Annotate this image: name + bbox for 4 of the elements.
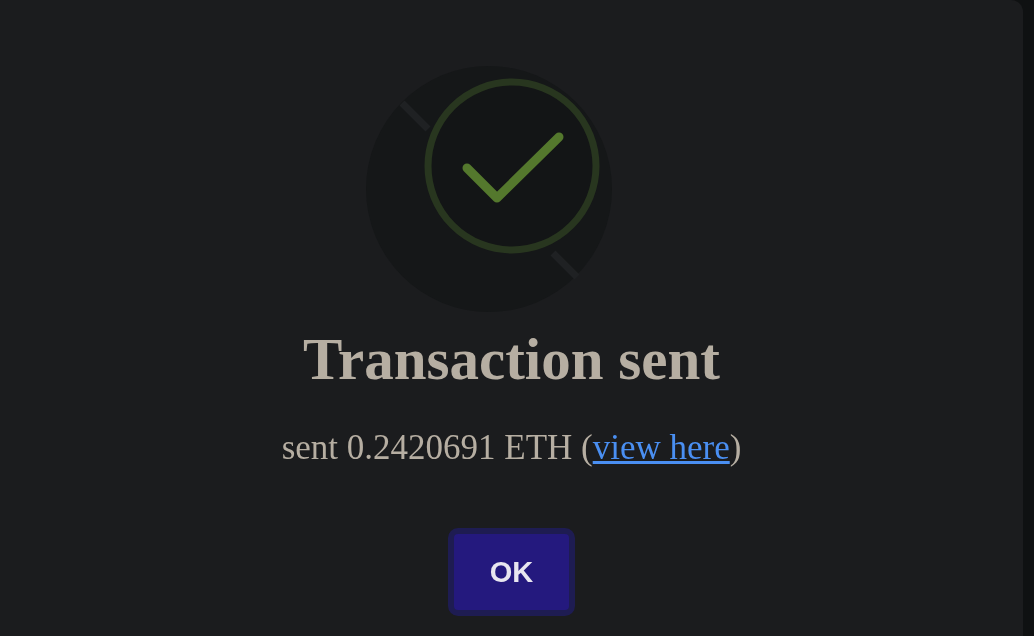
success-check-icon (363, 63, 614, 313)
ok-button[interactable]: OK (448, 528, 575, 616)
sent-message: sent 0.2420691 ETH (view here) (281, 428, 742, 468)
dialog-title: Transaction sent (303, 326, 720, 392)
